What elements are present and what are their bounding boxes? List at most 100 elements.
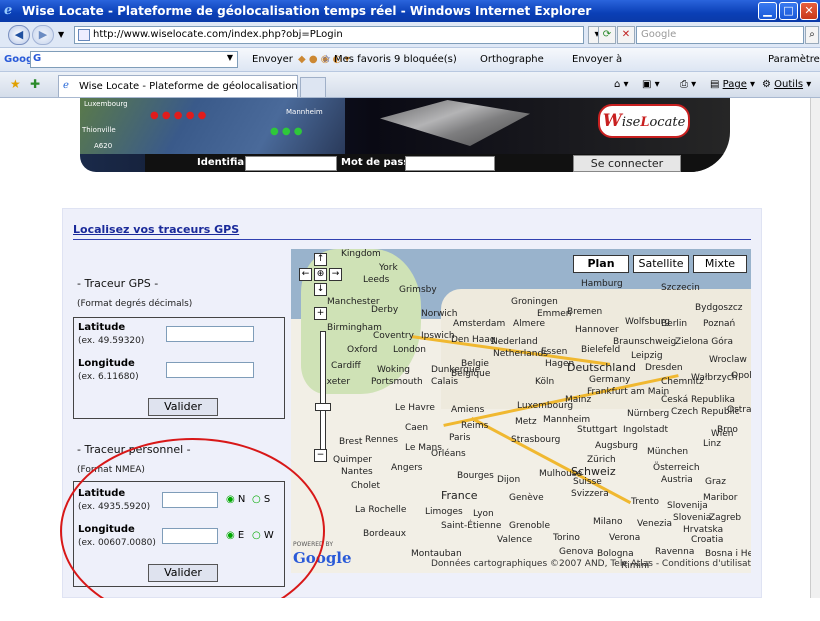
history-dropdown-icon[interactable]: ▼	[58, 30, 64, 39]
map-city-label: Venezia	[637, 519, 672, 529]
orthographe-button[interactable]: Orthographe	[480, 54, 544, 65]
print-icon[interactable]: ⎙ ▾	[680, 79, 696, 90]
map-city-label: Bologna	[597, 549, 634, 559]
map-city-label: Oxford	[347, 345, 378, 355]
map-city-label: Nürnberg	[627, 409, 670, 419]
google-toolbar-search[interactable]: G ▼	[30, 51, 238, 68]
map-pan-down-icon[interactable]: ↓	[314, 283, 327, 296]
map-city-label: München	[647, 447, 689, 457]
map-type-satellite[interactable]: Satellite	[633, 255, 689, 273]
map-city-label: Kingdom	[341, 249, 381, 259]
map-city-label: Groningen	[511, 297, 558, 307]
search-input[interactable]: Google	[636, 26, 804, 44]
tab-label: Wise Locate - Plateforme de géolocalisat…	[79, 81, 298, 92]
gps-tracker-title: - Traceur GPS -	[77, 277, 159, 290]
stop-button[interactable]: ✕	[617, 26, 635, 44]
chevron-down-icon[interactable]: ▼	[227, 53, 233, 62]
connect-button[interactable]: Se connecter	[573, 155, 681, 172]
map-copyright[interactable]: Données cartographiques ©2007 AND, Tele …	[431, 559, 751, 569]
map-zoom-in-button[interactable]: +	[314, 307, 327, 320]
map-city-label: Belgie	[461, 359, 489, 369]
page-scrollbar[interactable]	[810, 98, 820, 598]
map-city-label: Caen	[405, 423, 429, 433]
map-city-label: Deutschland	[567, 361, 637, 374]
map-city-label: Genova	[559, 547, 594, 557]
page-menu[interactable]: ▤ Page ▾	[710, 79, 755, 90]
map-city-label: Zielona Góra	[675, 337, 733, 347]
new-tab-button[interactable]	[300, 77, 326, 97]
close-button[interactable]: ✕	[800, 2, 818, 20]
maximize-button[interactable]: □	[779, 2, 798, 20]
back-button[interactable]: ◀	[8, 25, 30, 45]
map-city-label: Montauban	[411, 549, 462, 559]
map-city-label: Česká Republika	[661, 395, 736, 405]
map-city-label: Nantes	[341, 467, 373, 477]
map-city-label: Strasbourg	[511, 435, 561, 445]
gps-tracker-form: Latitude (ex. 49.59320) Longitude (ex. 6…	[73, 317, 285, 419]
parametres-button[interactable]: Paramètres	[768, 54, 820, 65]
map-city-label: Slovenija	[667, 501, 708, 511]
map-city-label: Torino	[553, 533, 580, 543]
home-icon[interactable]: ⌂ ▾	[614, 79, 629, 90]
map-city-label: London	[393, 345, 426, 355]
map-type-plan[interactable]: Plan	[573, 255, 629, 273]
map-city-label: Dijon	[497, 475, 521, 485]
password-input[interactable]	[405, 156, 495, 171]
map-city-label: Frankfurt am Main	[587, 387, 670, 397]
map-city-label: Paris	[449, 433, 471, 443]
tools-menu[interactable]: ⚙ Outils ▾	[762, 79, 811, 90]
map-city-label: Braunschweig	[613, 337, 677, 347]
map-city-label: Ipswich	[421, 331, 455, 341]
forward-button[interactable]: ▶	[32, 25, 54, 45]
ie-icon: ℯ	[4, 3, 13, 18]
map-zoom-slider[interactable]	[320, 331, 326, 456]
map-city-label: Köln	[535, 377, 555, 387]
map-city-label: Den Haag	[451, 335, 496, 345]
feeds-icon[interactable]: ▣ ▾	[642, 79, 660, 90]
gps-longitude-input[interactable]	[166, 362, 254, 378]
map-zoom-handle[interactable]	[315, 403, 331, 411]
envoyer-button[interactable]: Envoyer	[252, 54, 293, 65]
page-content: Luxembourg Thionville A620 Mannheim ● ● …	[0, 98, 810, 598]
map-city-label: Slovenia	[673, 513, 712, 523]
map-city-label: Zagreb	[709, 513, 742, 523]
gps-latitude-input[interactable]	[166, 326, 254, 342]
map-zoom-out-button[interactable]: −	[314, 449, 327, 462]
map-city-label: Norwich	[421, 309, 458, 319]
identifiant-input[interactable]	[245, 156, 337, 171]
map-city-label: Augsburg	[595, 441, 638, 451]
map-city-label: Angers	[391, 463, 423, 473]
map-city-label: Quimper	[333, 455, 373, 465]
map-city-label: Metz	[515, 417, 537, 427]
add-favorite-icon[interactable]: ✚	[30, 77, 40, 91]
search-icon[interactable]: ⌕	[805, 26, 819, 44]
window-title: Wise Locate - Plateforme de géolocalisat…	[22, 4, 592, 18]
envoyer-a-button[interactable]: Envoyer à	[572, 54, 622, 65]
url-input[interactable]: http://www.wiselocate.com/index.php?obj=…	[74, 26, 584, 44]
g-button[interactable]: G	[33, 53, 41, 64]
popup-blocked-button[interactable]: 9 bloquée(s)	[394, 54, 457, 65]
map-city-label: Hamburg	[581, 279, 623, 289]
map-city-label: Bosna i Hercegovina	[705, 549, 751, 559]
map-pan-right-icon[interactable]: →	[329, 268, 342, 281]
minimize-button[interactable]: ▁	[758, 2, 777, 20]
map-pan-left-icon[interactable]: ←	[299, 268, 312, 281]
map-pan-up-icon[interactable]: ↑	[314, 253, 327, 266]
map-city-label: Hannover	[575, 325, 619, 335]
map-city-label: Mannheim	[543, 415, 591, 425]
map-city-label: Rennes	[365, 435, 399, 445]
favoris-button[interactable]: Mes favoris	[334, 54, 391, 65]
map-type-mixte[interactable]: Mixte	[693, 255, 747, 273]
star-icon: ☆	[322, 54, 331, 65]
favorites-star-icon[interactable]: ★	[10, 77, 21, 91]
tab-wise-locate[interactable]: ℯ Wise Locate - Plateforme de géolocalis…	[58, 75, 298, 97]
map-city-label: Netherlands	[493, 349, 548, 359]
heading-divider	[73, 239, 751, 240]
map-center-icon[interactable]: ⊕	[314, 268, 327, 281]
gps-validate-button[interactable]: Valider	[148, 398, 218, 416]
refresh-button[interactable]: ⟳	[598, 26, 616, 44]
google-map[interactable]: Kingdom Leeds York Manchester Grimsby De…	[291, 249, 751, 573]
map-city-label: Ravenna	[655, 547, 695, 557]
map-city-label: Lyon	[473, 509, 494, 519]
map-pin-icons-green: ● ● ●	[270, 126, 303, 137]
